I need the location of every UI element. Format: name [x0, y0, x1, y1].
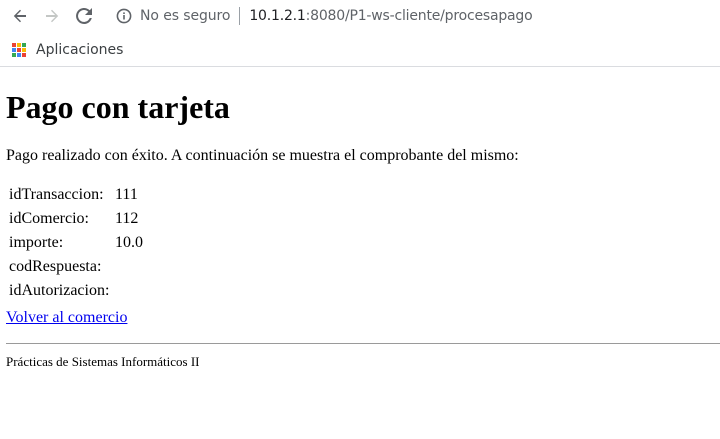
address-bar[interactable]: No es seguro 10.1.2.1:8080/P1-ws-cliente…: [108, 2, 720, 30]
receipt-value: 10.0: [115, 234, 143, 251]
table-row: codRespuesta:: [8, 256, 144, 278]
reload-button[interactable]: [72, 4, 96, 28]
omnibox-divider: [239, 7, 241, 25]
receipt-value: 111: [115, 186, 138, 203]
table-row: importe: 10.0: [8, 232, 144, 254]
back-to-store-link[interactable]: Volver al comercio: [6, 309, 127, 327]
receipt-value: 112: [115, 210, 139, 227]
page-title: Pago con tarjeta: [6, 89, 230, 125]
browser-toolbar: No es seguro 10.1.2.1:8080/P1-ws-cliente…: [0, 0, 720, 33]
receipt-label: idComercio:: [9, 210, 89, 227]
url-text[interactable]: 10.1.2.1:8080/P1-ws-cliente/procesapago: [249, 8, 532, 24]
info-icon[interactable]: [116, 8, 132, 24]
bookmark-label: Aplicaciones: [36, 41, 124, 58]
receipt-label: idTransaccion:: [9, 186, 104, 203]
receipt-label: codRespuesta:: [9, 258, 102, 275]
forward-button[interactable]: [40, 4, 64, 28]
table-row: idComercio: 112: [8, 208, 144, 230]
table-row: idAutorizacion:: [8, 280, 144, 302]
reload-icon: [76, 7, 92, 24]
receipt-label: idAutorizacion:: [9, 282, 110, 299]
receipt-value: [114, 256, 144, 278]
url-host: 10.1.2.1: [249, 8, 306, 24]
table-row: idTransaccion: 111: [8, 184, 144, 206]
bookmarks-bar: Aplicaciones: [0, 33, 720, 67]
security-status[interactable]: No es seguro: [140, 8, 230, 24]
bookmark-apps[interactable]: Aplicaciones: [12, 42, 123, 58]
footer-divider: [6, 343, 720, 344]
back-button[interactable]: [8, 4, 32, 28]
url-path: :8080/P1-ws-cliente/procesapago: [305, 8, 533, 24]
footer-text: Prácticas de Sistemas Informáticos II: [6, 354, 200, 369]
receipt-table: idTransaccion: 111 idComercio: 112 impor…: [6, 182, 146, 304]
arrow-right-icon: [46, 9, 59, 23]
receipt-value: [114, 280, 144, 302]
success-message: Pago realizado con éxito. A continuación…: [6, 147, 519, 164]
receipt-label: importe:: [9, 234, 64, 251]
apps-grid-icon: [12, 42, 26, 57]
arrow-left-icon: [13, 9, 26, 23]
